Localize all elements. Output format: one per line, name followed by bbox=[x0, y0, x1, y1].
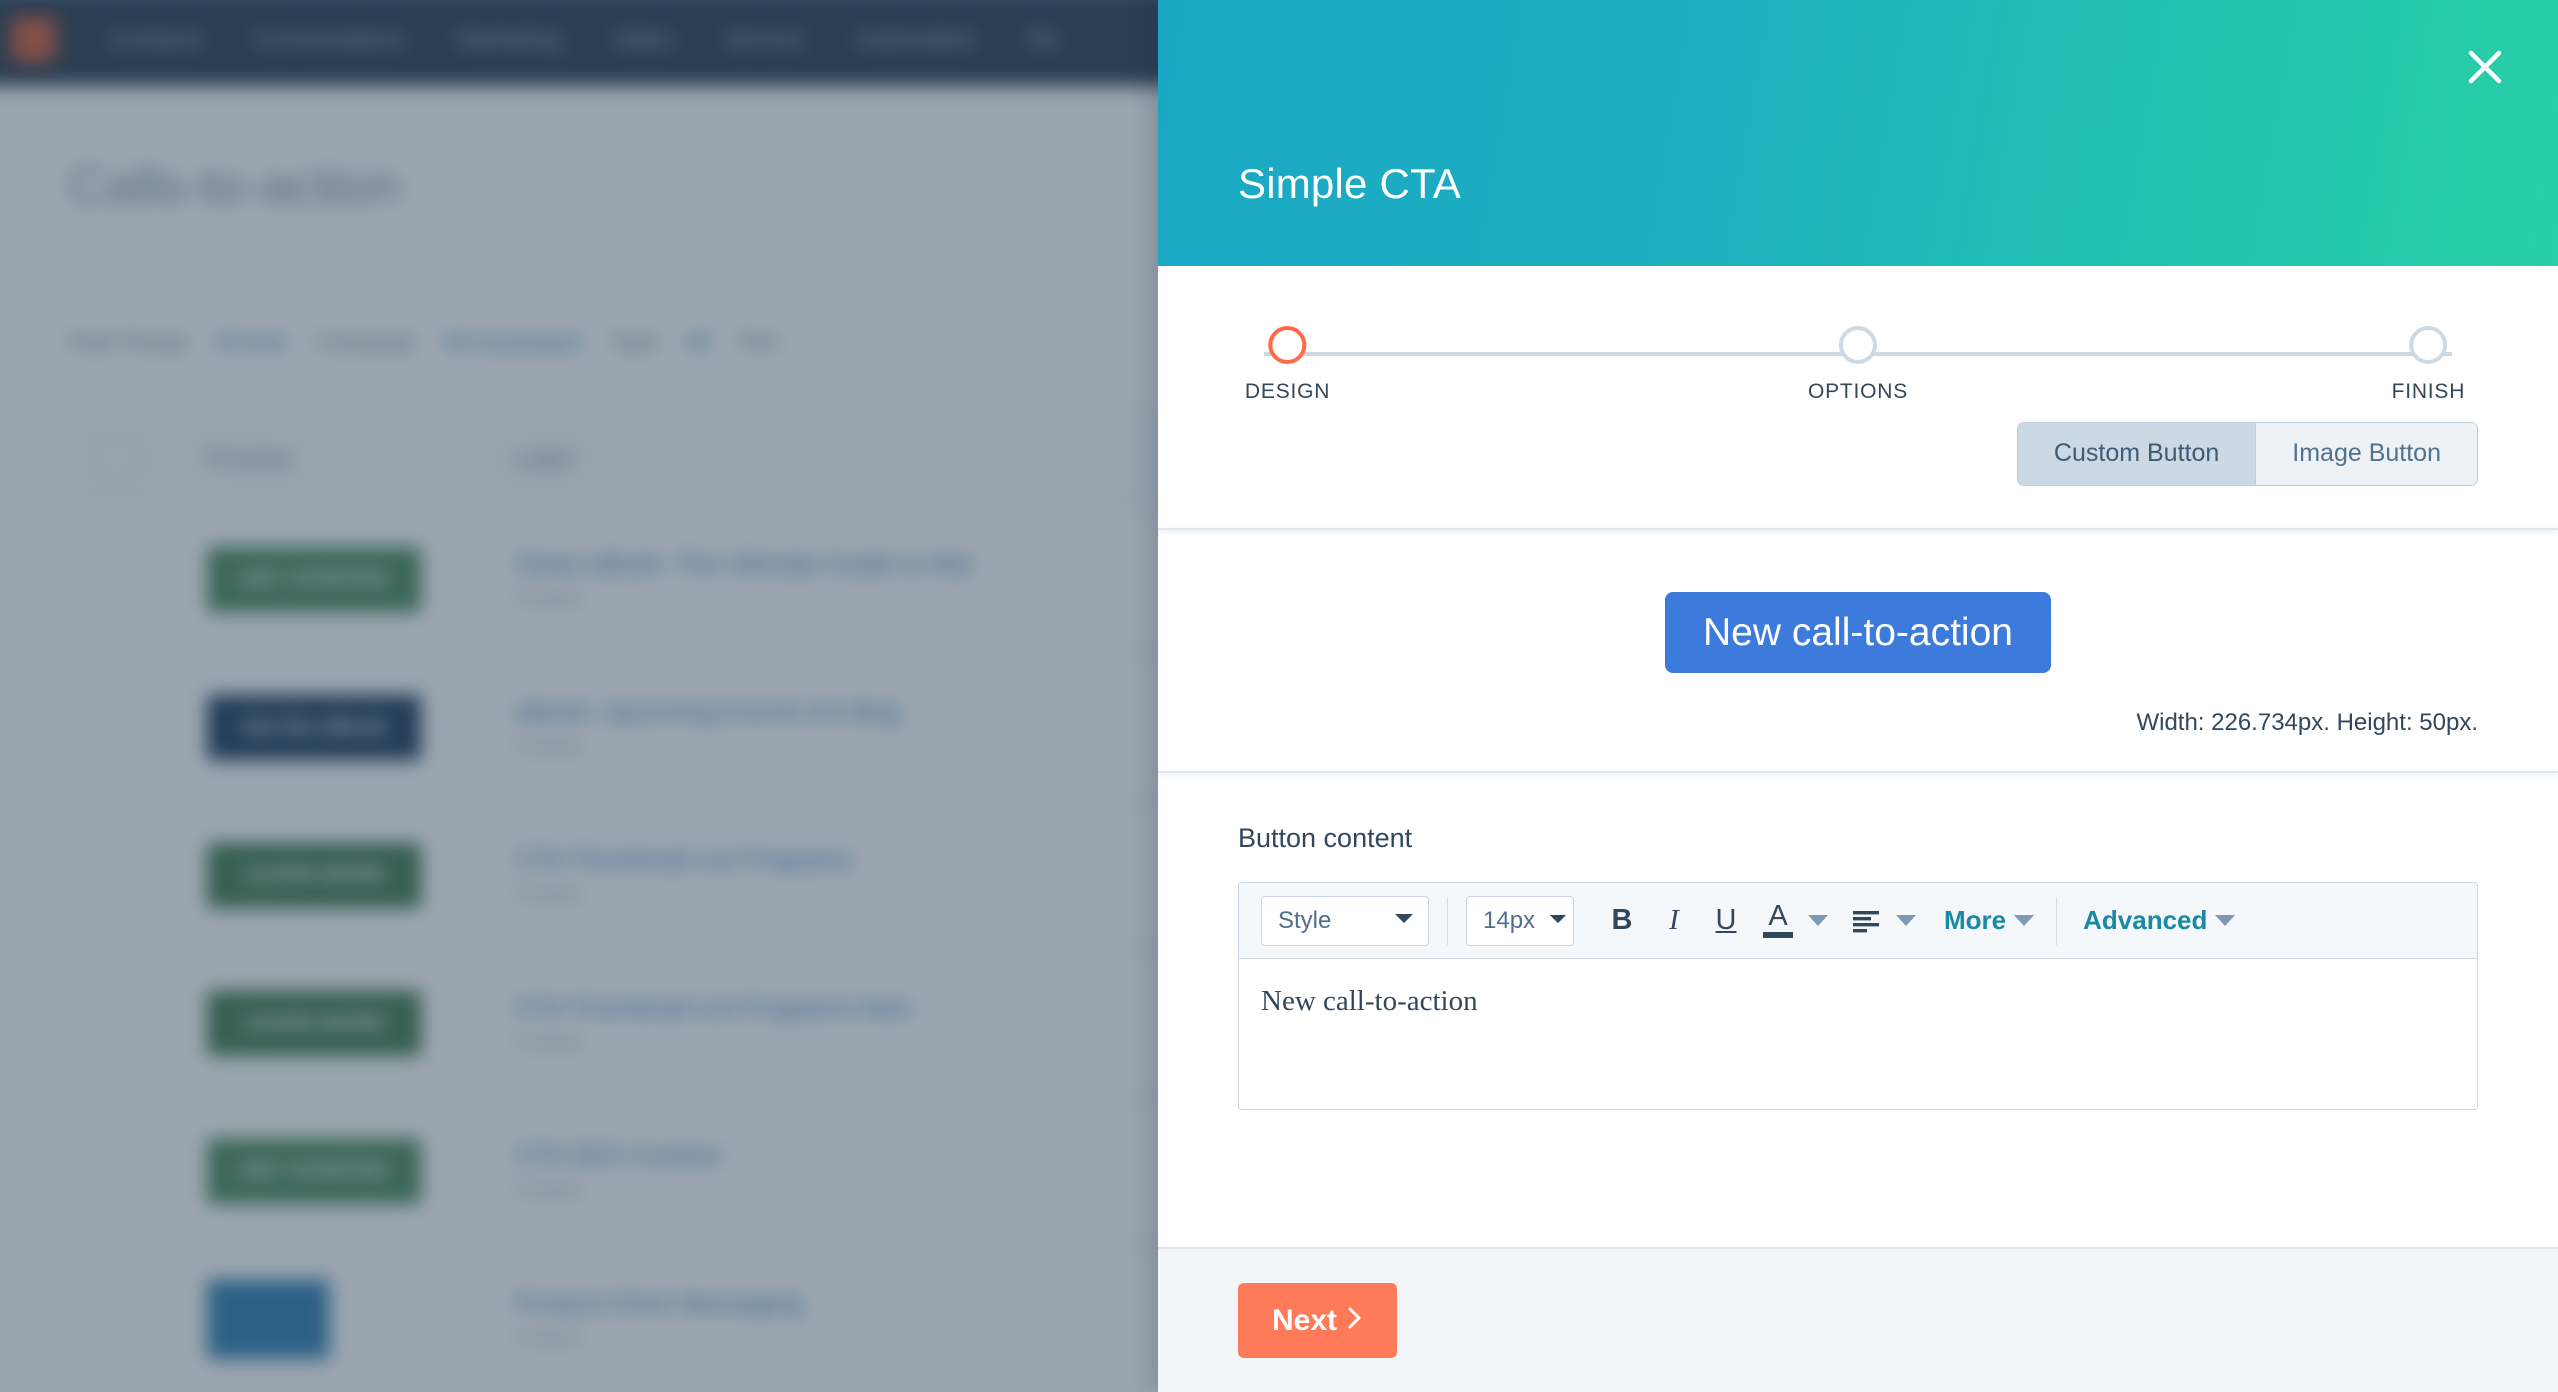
chevron-down-icon bbox=[1549, 912, 1567, 930]
panel-footer: Next bbox=[1158, 1247, 2558, 1392]
wizard-stepper: DESIGN OPTIONS FINISH bbox=[1158, 266, 2558, 403]
panel-header: Simple CTA bbox=[1158, 0, 2558, 266]
advanced-caret-icon[interactable] bbox=[2215, 915, 2236, 926]
align-caret-icon[interactable] bbox=[1896, 915, 1916, 926]
chevron-right-icon bbox=[1347, 1304, 1363, 1338]
tab-image-button[interactable]: Image Button bbox=[2255, 423, 2477, 485]
tab-custom-button[interactable]: Custom Button bbox=[2017, 423, 2256, 485]
font-size-select-label: 14px bbox=[1483, 906, 1536, 934]
toolbar-separator bbox=[2056, 896, 2058, 945]
close-icon[interactable] bbox=[2458, 40, 2512, 94]
advanced-menu-label[interactable]: Advanced bbox=[2067, 905, 2211, 936]
font-size-select[interactable]: 14px bbox=[1466, 895, 1574, 946]
toolbar-separator bbox=[1447, 896, 1448, 945]
cta-dimensions-text: Width: 226.734px. Height: 50px. bbox=[2136, 709, 2478, 736]
chevron-down-icon bbox=[1394, 912, 1414, 930]
editor-content-area[interactable]: New call-to-action bbox=[1239, 959, 2477, 1109]
cta-preview-button[interactable]: New call-to-action bbox=[1665, 592, 2051, 673]
style-select[interactable]: Style bbox=[1261, 895, 1429, 946]
more-caret-icon[interactable] bbox=[2014, 915, 2035, 926]
more-menu-label[interactable]: More bbox=[1928, 905, 2010, 936]
step-label: DESIGN bbox=[1244, 380, 1331, 403]
font-color-caret-icon[interactable] bbox=[1808, 915, 1828, 926]
italic-icon[interactable]: I bbox=[1648, 895, 1700, 947]
simple-cta-panel: Simple CTA DESIGN OPTIONS FINISH Custom … bbox=[1158, 0, 2558, 1392]
step-dot-icon bbox=[1268, 326, 1307, 364]
bold-icon[interactable]: B bbox=[1596, 895, 1648, 947]
step-finish[interactable]: FINISH bbox=[2392, 326, 2466, 404]
rich-text-editor: Style 14px B I U A More Advanced New cal… bbox=[1238, 882, 2478, 1110]
step-label: FINISH bbox=[2391, 380, 2466, 403]
font-color-icon[interactable]: A bbox=[1752, 895, 1804, 947]
cta-preview-area: New call-to-action Width: 226.734px. Hei… bbox=[1158, 530, 2558, 771]
editor-label: Button content bbox=[1238, 823, 1413, 853]
step-dot-icon bbox=[1839, 326, 1877, 364]
align-left-icon[interactable] bbox=[1840, 895, 1892, 947]
button-type-toggle-group: Custom Button Image Button bbox=[2016, 422, 2478, 486]
next-button-label: Next bbox=[1272, 1303, 1338, 1337]
underline-icon[interactable]: U bbox=[1700, 895, 1752, 947]
button-content-editor-section: Button content Style 14px B I U A More A… bbox=[1158, 773, 2558, 1247]
editor-toolbar: Style 14px B I U A More Advanced bbox=[1239, 883, 2477, 959]
style-select-label: Style bbox=[1278, 906, 1332, 934]
next-button[interactable]: Next bbox=[1238, 1283, 1398, 1358]
step-dot-icon bbox=[2409, 326, 2448, 364]
font-color-swatch bbox=[1763, 932, 1793, 938]
panel-title: Simple CTA bbox=[1238, 160, 1461, 207]
step-options[interactable]: OPTIONS bbox=[1808, 326, 1908, 404]
step-design[interactable]: DESIGN bbox=[1245, 326, 1330, 404]
font-color-letter: A bbox=[1768, 900, 1788, 932]
step-label: OPTIONS bbox=[1807, 380, 1909, 403]
